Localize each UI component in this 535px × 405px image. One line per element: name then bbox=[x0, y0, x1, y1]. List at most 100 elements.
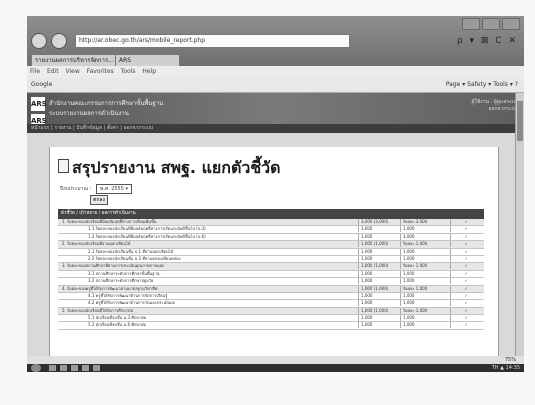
status-cell[interactable]: ✓ bbox=[450, 219, 481, 225]
target-cell: 1,000 (1,000) bbox=[358, 263, 399, 270]
target-cell: 1,000 bbox=[358, 270, 399, 277]
menu-favorites[interactable]: Favorites bbox=[87, 68, 114, 75]
target-cell: 1,000 (1,000) bbox=[358, 241, 399, 248]
minimize-button[interactable] bbox=[462, 18, 480, 30]
scrollbar-thumb[interactable] bbox=[517, 101, 523, 141]
indicator-cell: 3.1 สถานศึกษาระดับการศึกษาขั้นพื้นฐาน bbox=[88, 270, 160, 276]
menu-tools[interactable]: Tools bbox=[121, 68, 136, 75]
menu-view[interactable]: View bbox=[66, 68, 80, 75]
favorite-google[interactable]: Google bbox=[31, 78, 52, 92]
table-row: 3.2 สถานศึกษาระดับการศึกษาปฐมวัย 1,000 1,0… bbox=[58, 278, 484, 286]
status-cell[interactable]: ✓ bbox=[450, 233, 481, 240]
table-row: 1. ร้อยละของนักเรียนที่มีผลสัมฤทธิ์ทางกา… bbox=[58, 219, 484, 227]
address-bar[interactable]: http://ar.obec.go.th/ars/mobile_report.p… bbox=[75, 34, 350, 48]
table-row: 5.2 นักเรียนที่จบชั้น ม.6 ศึกษาต่อ 1,000 1… bbox=[58, 322, 484, 330]
indicator-cell: 5. ร้อยละของนักเรียนที่ได้รับการศึกษาต่อ bbox=[62, 307, 134, 313]
screenshot-frame: http://ar.obec.go.th/ars/mobile_report.p… bbox=[0, 0, 535, 405]
status-cell[interactable]: ✓ bbox=[450, 300, 481, 307]
org-name: สำนักงานคณะกรรมการการศึกษาขั้นพื้นฐาน bbox=[49, 100, 164, 107]
taskbar-folder-icon[interactable] bbox=[60, 365, 67, 371]
maximize-button[interactable] bbox=[482, 18, 500, 30]
indicator-cell: 3.2 สถานศึกษาระดับการศึกษาปฐมวัย bbox=[88, 278, 154, 284]
status-cell[interactable]: ✓ bbox=[450, 241, 481, 248]
table-row: 4.2 ครูที่ได้รับการพัฒนาด้านการวัดและประ… bbox=[58, 300, 484, 308]
target-cell: 1,000 bbox=[358, 278, 399, 285]
window-controls bbox=[462, 18, 520, 30]
year-select[interactable]: พ.ศ. 2555 ▾ bbox=[95, 184, 133, 194]
monitor-screen: http://ar.obec.go.th/ars/mobile_report.p… bbox=[27, 16, 524, 372]
indicator-cell: 4.2 ครูที่ได้รับการพัฒนาด้านการวัดและประ… bbox=[88, 300, 176, 306]
page-content: สรุปรายงาน สพฐ. แยกตัวชี้วัด ปีงบประมาณ … bbox=[27, 133, 524, 356]
zoom-level[interactable]: 75% bbox=[505, 356, 516, 364]
table-row: 1.1 ร้อยละของนักเรียนที่มีผลสัมฤทธิ์ทางก… bbox=[58, 226, 484, 234]
status-cell[interactable]: ✓ bbox=[450, 226, 481, 233]
table-body: 1. ร้อยละของนักเรียนที่มีผลสัมฤทธิ์ทางกา… bbox=[58, 219, 484, 330]
indicator-cell: 2. ร้อยละของนักเรียนที่อ่านออกเขียนได้ bbox=[62, 241, 131, 247]
result-cell: 1,000 bbox=[400, 270, 449, 277]
year-filter-label: ปีงบประมาณ : bbox=[60, 186, 92, 192]
vertical-scrollbar[interactable] bbox=[515, 93, 524, 356]
tab-row: รายงานผลการบริหารจัดการ... ARS bbox=[27, 52, 524, 68]
browser-titlebar: http://ar.obec.go.th/ars/mobile_report.p… bbox=[27, 16, 524, 68]
menu-edit[interactable]: Edit bbox=[47, 68, 59, 75]
taskbar-app-icon[interactable] bbox=[82, 365, 89, 371]
table-header: ตัวชี้วัด / เป้าหมาย / ผลการดำเนินงาน bbox=[58, 209, 484, 219]
table-row: 3. ร้อยละของสถานศึกษาที่ผ่านการประเมินคุ… bbox=[58, 263, 484, 271]
indicator-cell: 1.1 ร้อยละของนักเรียนที่มีผลสัมฤทธิ์ทางก… bbox=[88, 226, 206, 232]
result-cell: 1,000 bbox=[400, 300, 449, 307]
address-row: http://ar.obec.go.th/ars/mobile_report.p… bbox=[27, 32, 524, 50]
status-cell[interactable]: ✓ bbox=[450, 292, 481, 299]
menu-bar: File Edit View Favorites Tools Help bbox=[27, 66, 524, 78]
taskbar-ie-icon[interactable] bbox=[49, 365, 56, 371]
status-bar: 75% bbox=[27, 356, 524, 364]
start-button[interactable] bbox=[31, 364, 41, 372]
year-filter: ปีงบประมาณ : พ.ศ. 2555 ▾ bbox=[60, 184, 133, 194]
status-cell[interactable]: ✓ bbox=[450, 322, 481, 329]
menu-help[interactable]: Help bbox=[142, 68, 156, 75]
status-cell[interactable]: ✓ bbox=[450, 263, 481, 270]
back-button[interactable] bbox=[31, 33, 47, 49]
status-cell[interactable]: ✓ bbox=[450, 285, 481, 292]
indicator-cell: 3. ร้อยละของสถานศึกษาที่ผ่านการประเมินคุ… bbox=[62, 263, 165, 269]
forward-button[interactable] bbox=[51, 33, 67, 49]
taskbar: TH ▲ 14:35 bbox=[27, 364, 524, 372]
ok-button[interactable]: ตกลง bbox=[90, 195, 108, 205]
target-cell: 3,000 bbox=[358, 233, 399, 240]
indicator-cell: 1.2 ร้อยละของนักเรียนที่มีผลสัมฤทธิ์ทางก… bbox=[88, 233, 206, 239]
target-cell: 1,000 bbox=[358, 292, 399, 299]
indicator-cell: 1. ร้อยละของนักเรียนที่มีผลสัมฤทธิ์ทางกา… bbox=[62, 219, 157, 224]
table-row: 3.1 สถานศึกษาระดับการศึกษาขั้นพื้นฐาน 1,0… bbox=[58, 270, 484, 279]
site-logo: ARS bbox=[31, 97, 47, 111]
site-nav[interactable]: หน้าแรก | รายงาน | บันทึกข้อมูล | ตั้งค่… bbox=[27, 124, 524, 133]
target-cell: 1,000 bbox=[358, 255, 399, 262]
year-select-value: พ.ศ. 2555 bbox=[99, 186, 124, 192]
indicator-cell: 5.2 นักเรียนที่จบชั้น ม.6 ศึกษาต่อ bbox=[88, 322, 147, 328]
status-cell[interactable]: ✓ bbox=[450, 278, 481, 285]
report-table: ตัวชี้วัด / เป้าหมาย / ผลการดำเนินงาน 1.… bbox=[58, 209, 484, 330]
document-icon bbox=[58, 159, 69, 173]
indicator-cell: 2.1 ร้อยละของนักเรียนชั้น ป.1 ที่อ่านออก… bbox=[88, 248, 174, 254]
address-bar-icons[interactable]: ρ ▾ ⊠ C ✕ bbox=[457, 36, 518, 46]
taskbar-media-icon[interactable] bbox=[71, 365, 78, 371]
command-bar[interactable]: Page ▾ Safety ▾ Tools ▾ ? bbox=[446, 78, 518, 92]
status-cell[interactable]: ✓ bbox=[450, 315, 481, 322]
target-cell: 1,000 (1,000) bbox=[358, 285, 399, 292]
status-cell[interactable]: ✓ bbox=[450, 248, 481, 255]
taskbar-app2-icon[interactable] bbox=[93, 365, 100, 371]
close-button[interactable] bbox=[502, 18, 520, 30]
status-cell[interactable]: ✓ bbox=[450, 255, 481, 262]
status-cell[interactable]: ✓ bbox=[450, 307, 481, 314]
menu-file[interactable]: File bbox=[30, 68, 40, 75]
result-cell: ร้อยละ 3.000 bbox=[400, 219, 449, 225]
result-cell: ร้อยละ 1.000 bbox=[400, 263, 449, 270]
status-cell[interactable]: ✓ bbox=[450, 270, 481, 277]
result-cell: 1,000 bbox=[400, 322, 449, 329]
table-row: 4.1 ครูที่ได้รับการพัฒนาด้านการจัดการเรี… bbox=[58, 292, 484, 301]
user-info: ผู้ใช้งาน : ผู้ดูแลระบบ ออกจากระบบ bbox=[472, 99, 518, 113]
target-cell: 3,000 (3,000) bbox=[358, 219, 399, 225]
result-cell: 1,000 bbox=[400, 315, 449, 322]
table-row: 5.1 นักเรียนที่จบชั้น ม.3 ศึกษาต่อ 1,000 1… bbox=[58, 315, 484, 323]
indicator-cell: 4.1 ครูที่ได้รับการพัฒนาด้านการจัดการเรี… bbox=[88, 292, 168, 298]
target-cell: 1,000 bbox=[358, 322, 399, 329]
logout-link[interactable]: ออกจากระบบ bbox=[472, 106, 518, 113]
